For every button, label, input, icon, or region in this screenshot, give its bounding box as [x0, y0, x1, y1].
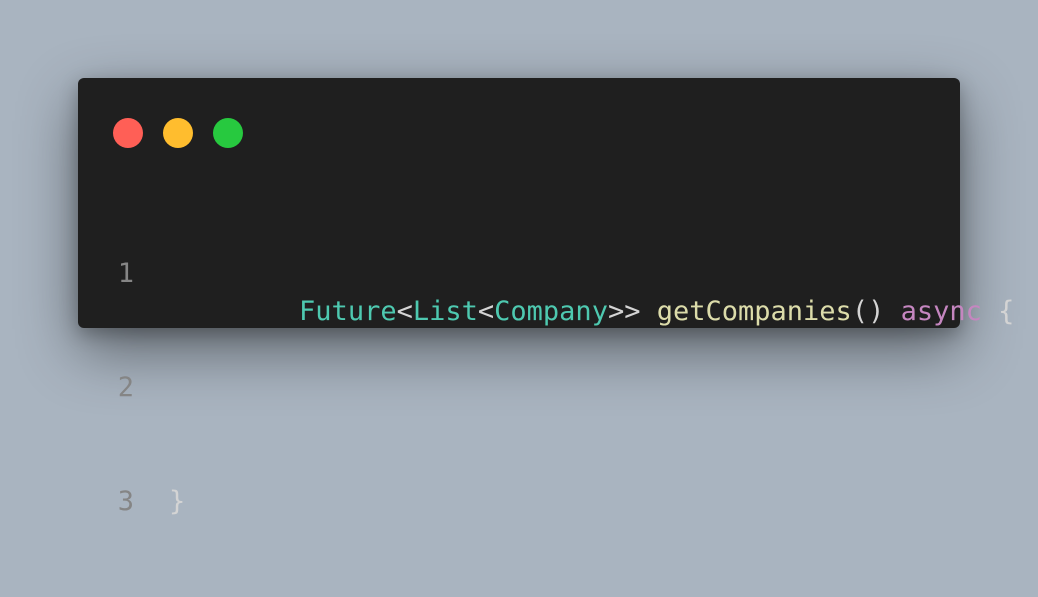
code-token: List	[412, 296, 478, 327]
code-token: <	[477, 296, 495, 327]
code-block: 1 Future<List<Company>> getCompanies() a…	[78, 179, 1015, 597]
code-line: 2	[78, 369, 1014, 407]
code-token: }	[169, 486, 186, 517]
code-token: Company	[494, 296, 608, 327]
code-token: >>	[607, 296, 657, 327]
code-token: getCompanies	[656, 296, 852, 327]
window-controls	[113, 118, 243, 148]
code-token: Future	[299, 296, 397, 327]
code-line: 3 }	[78, 483, 1014, 521]
minimize-icon[interactable]	[163, 118, 193, 148]
code-window: 1 Future<List<Company>> getCompanies() a…	[78, 78, 1014, 517]
code-token: async	[900, 296, 982, 327]
line-content: Future<List<Company>> getCompanies() asy…	[169, 255, 1014, 327]
line-number: 1	[117, 258, 134, 289]
line-number: 3	[117, 486, 134, 517]
code-token: {	[981, 296, 1015, 327]
line-content: }	[169, 483, 185, 521]
maximize-icon[interactable]	[213, 118, 243, 148]
code-token: <	[396, 296, 413, 327]
code-line: 1 Future<List<Company>> getCompanies() a…	[78, 255, 1015, 327]
code-token: ()	[851, 296, 901, 327]
close-icon[interactable]	[113, 118, 143, 148]
line-number: 2	[117, 372, 134, 403]
